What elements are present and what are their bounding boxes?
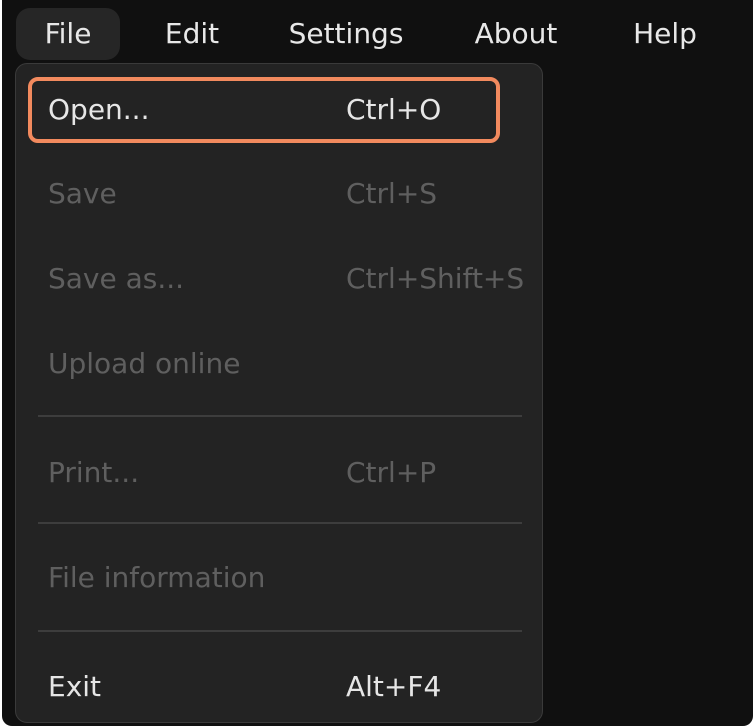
- menu-about[interactable]: About: [464, 8, 568, 60]
- menu-item-shortcut: Ctrl+P: [346, 456, 437, 489]
- menu-item-exit[interactable]: Exit Alt+F4: [28, 654, 500, 720]
- menu-item-label: Upload online: [48, 347, 241, 380]
- menu-item-save: Save Ctrl+S: [28, 161, 500, 227]
- menu-item-label: Save as...: [48, 262, 185, 295]
- menu-edit[interactable]: Edit: [150, 8, 234, 60]
- file-menu-dropdown: Open... Ctrl+O Save Ctrl+S Save as... Ct…: [15, 63, 543, 723]
- menu-item-label: Print...: [48, 456, 140, 489]
- menu-item-upload-online: Upload online: [28, 331, 500, 397]
- menu-item-shortcut: Ctrl+S: [346, 177, 438, 210]
- menu-separator: [38, 630, 522, 632]
- menu-item-print: Print... Ctrl+P: [28, 440, 500, 506]
- menu-item-shortcut: Ctrl+O: [346, 93, 442, 126]
- menu-help[interactable]: Help: [620, 8, 710, 60]
- menu-item-label: Save: [48, 177, 117, 210]
- menu-file[interactable]: File: [16, 8, 120, 60]
- menu-item-file-information: File information: [28, 545, 500, 611]
- menu-settings[interactable]: Settings: [280, 8, 412, 60]
- menu-item-label: Exit: [48, 670, 102, 703]
- menu-separator: [38, 415, 522, 417]
- menu-separator: [38, 522, 522, 524]
- menu-item-label: File information: [48, 561, 266, 594]
- menu-item-label: Open...: [48, 93, 150, 126]
- menu-item-shortcut: Alt+F4: [346, 670, 442, 703]
- menu-item-save-as: Save as... Ctrl+Shift+S: [28, 246, 524, 312]
- menu-bar: File Edit Settings About Help: [2, 0, 753, 68]
- menu-item-open[interactable]: Open... Ctrl+O: [28, 77, 500, 143]
- menu-item-shortcut: Ctrl+Shift+S: [346, 262, 525, 295]
- app-window: File Edit Settings About Help Open... Ct…: [2, 0, 753, 726]
